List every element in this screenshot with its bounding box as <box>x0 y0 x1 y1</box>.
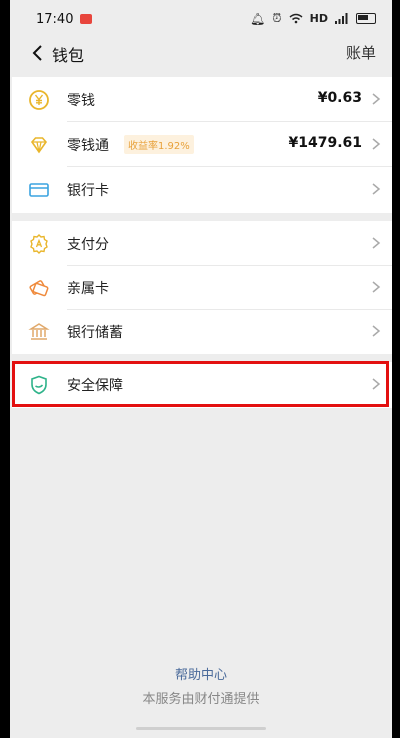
pay-score-icon <box>30 234 48 254</box>
security-label: 安全保障 <box>67 378 123 394</box>
signal-icon <box>335 13 348 24</box>
notification-icon <box>80 14 92 24</box>
pay-score-label: 支付分 <box>67 237 109 253</box>
chevron-right-icon <box>372 93 381 105</box>
header: 钱包 账单 <box>10 33 392 75</box>
row-bank-card[interactable]: 银行卡 <box>12 167 392 212</box>
row-bank-savings[interactable]: 银行储蓄 <box>12 309 392 354</box>
finance-card: 支付分 亲属卡 银行储蓄 <box>12 221 392 354</box>
chevron-right-icon <box>372 325 381 337</box>
row-pay-score[interactable]: 支付分 <box>12 221 392 266</box>
service-provider-text: 本服务由财付通提供 <box>142 692 260 707</box>
help-center-link[interactable]: 帮助中心 <box>10 664 392 683</box>
chevron-right-icon <box>372 183 381 195</box>
chevron-right-icon <box>372 237 381 249</box>
chevron-right-icon <box>372 138 381 150</box>
bank-card-label: 银行卡 <box>67 183 109 199</box>
shield-icon <box>31 375 47 395</box>
page-title: 钱包 <box>52 46 85 65</box>
savings-icon <box>28 323 50 340</box>
diamond-icon <box>30 137 48 154</box>
change-label: 零钱 <box>67 93 95 109</box>
status-icons: 🔔︎ ⏰︎ HD <box>250 11 376 26</box>
row-change[interactable]: 零钱 ¥0.63 <box>12 77 392 122</box>
back-arrow-icon[interactable] <box>26 41 50 65</box>
yen-coin-icon <box>29 90 49 110</box>
row-security[interactable]: 安全保障 <box>12 362 392 407</box>
bank-savings-label: 银行储蓄 <box>67 325 123 341</box>
family-card-icon <box>29 280 49 297</box>
battery-icon <box>356 13 376 24</box>
alarm-icon: ⏰︎ <box>272 11 282 25</box>
chevron-right-icon <box>372 378 381 390</box>
family-card-label: 亲属卡 <box>67 281 109 297</box>
bill-button[interactable]: 账单 <box>346 42 376 63</box>
bell-icon: 🔔︎ <box>250 11 266 26</box>
wifi-icon <box>289 13 303 24</box>
home-indicator[interactable] <box>136 727 266 730</box>
row-family-card[interactable]: 亲属卡 <box>12 265 392 310</box>
row-lingqiantong[interactable]: 零钱通 收益率1.92% ¥1479.61 <box>12 122 392 167</box>
yield-badge: 收益率1.92% <box>124 135 194 154</box>
security-card: 安全保障 <box>12 362 392 408</box>
lingqiantong-value: ¥1479.61 <box>288 135 362 151</box>
status-time: 17:40 <box>36 12 74 27</box>
chevron-right-icon <box>372 281 381 293</box>
change-value: ¥0.63 <box>317 90 362 106</box>
wallet-screen: 17:40 🔔︎ ⏰︎ HD 钱包 账单 零钱 ¥0.63 零钱通 收益率1.9… <box>10 0 392 738</box>
bank-card-icon <box>29 183 49 197</box>
lingqiantong-label: 零钱通 <box>67 138 109 154</box>
hd-indicator: HD <box>309 12 328 25</box>
wallet-card: 零钱 ¥0.63 零钱通 收益率1.92% ¥1479.61 银行卡 <box>12 77 392 213</box>
